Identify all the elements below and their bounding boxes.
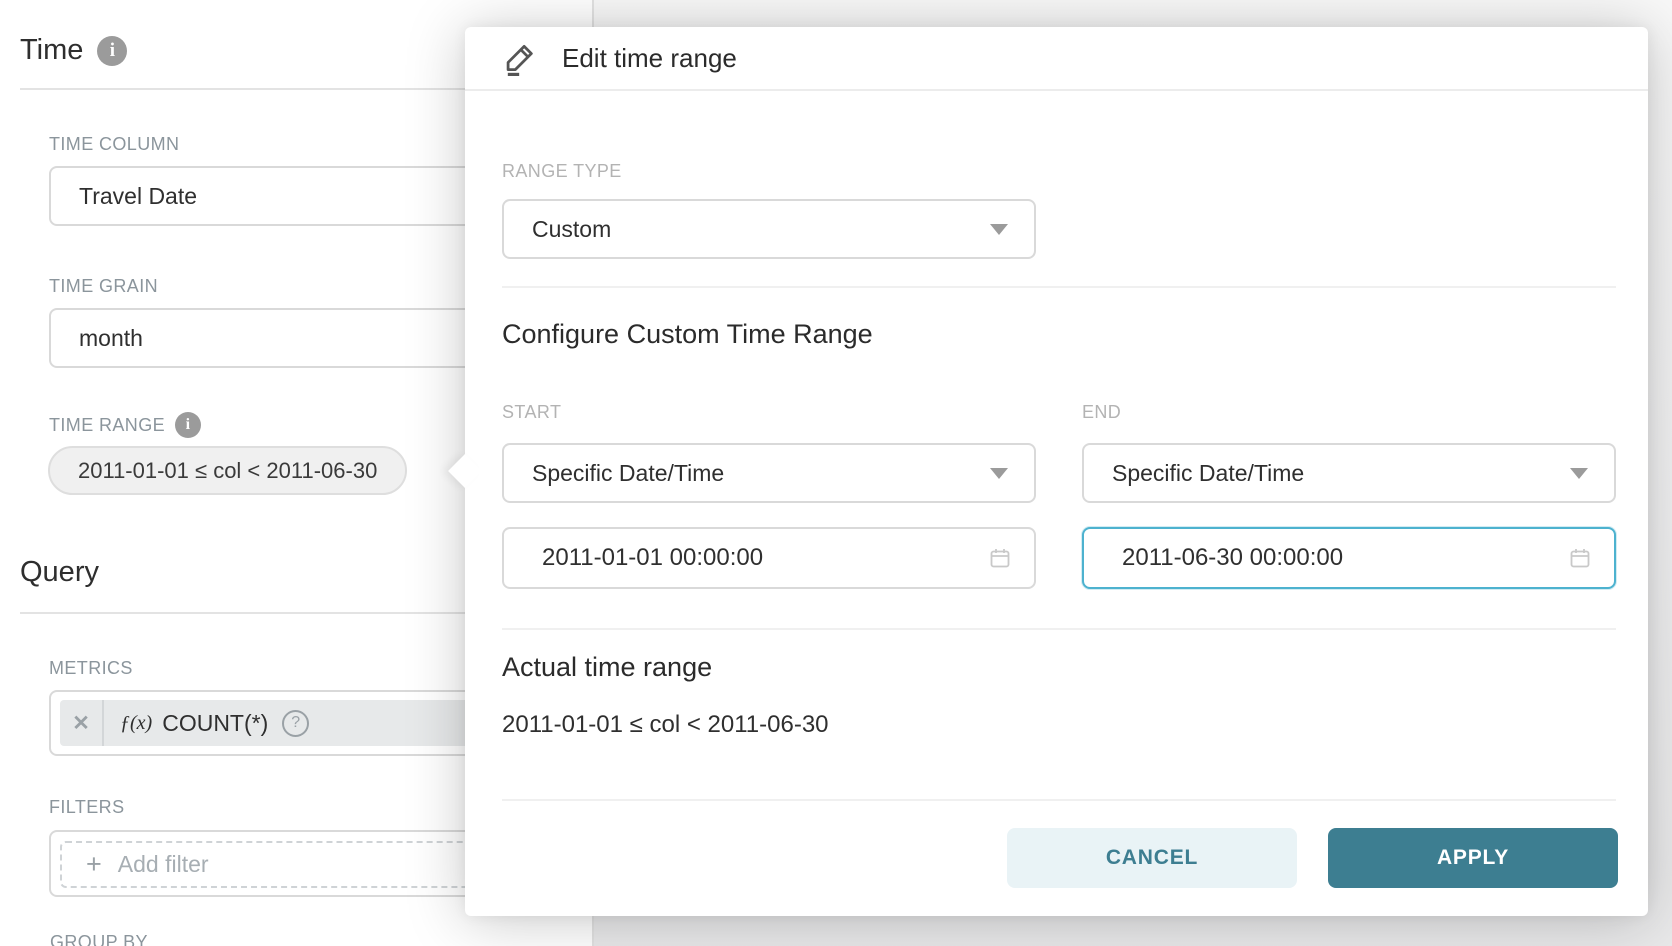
time-column-label: TIME COLUMN	[49, 134, 179, 155]
filters-label: FILTERS	[49, 797, 124, 818]
screen: Time i TIME COLUMN Travel Date TIME GRAI…	[0, 0, 1672, 946]
end-label: END	[1082, 402, 1121, 423]
configure-heading: Configure Custom Time Range	[502, 319, 873, 350]
chevron-down-icon	[990, 224, 1008, 235]
time-column-value: Travel Date	[79, 183, 197, 210]
help-icon[interactable]: ?	[282, 710, 309, 737]
end-mode-select[interactable]: Specific Date/Time	[1082, 443, 1616, 503]
remove-metric-icon[interactable]: ✕	[60, 700, 104, 746]
chevron-down-icon	[1570, 468, 1588, 479]
group-by-label: GROUP BY	[50, 932, 148, 946]
time-grain-label: TIME GRAIN	[49, 276, 158, 297]
range-type-value: Custom	[532, 216, 611, 243]
start-datetime-field	[502, 527, 1036, 589]
edit-pencil-icon	[502, 40, 538, 76]
time-range-label: TIME RANGE i	[49, 412, 201, 438]
time-range-pill-value: 2011-01-01 ≤ col < 2011-06-30	[78, 458, 377, 484]
metrics-label: METRICS	[49, 658, 133, 679]
plus-icon: +	[86, 849, 102, 880]
end-mode-value: Specific Date/Time	[1112, 460, 1304, 487]
popover-header: Edit time range	[465, 27, 1648, 91]
query-section-title: Query	[20, 556, 99, 589]
info-icon[interactable]: i	[97, 36, 127, 66]
time-section-title: Time	[20, 34, 83, 67]
start-label: START	[502, 402, 561, 423]
calendar-icon[interactable]	[1568, 546, 1614, 570]
end-datetime-input[interactable]	[1084, 529, 1568, 587]
start-datetime-input[interactable]	[504, 529, 988, 587]
chevron-down-icon	[990, 468, 1008, 479]
query-section-heading: Query	[20, 556, 99, 589]
range-type-label: RANGE TYPE	[502, 161, 622, 182]
start-mode-value: Specific Date/Time	[532, 460, 724, 487]
metric-name: COUNT(*)	[162, 710, 268, 737]
apply-button[interactable]: APPLY	[1328, 828, 1618, 888]
add-filter-label: Add filter	[118, 851, 209, 878]
popover-title: Edit time range	[562, 43, 737, 74]
edit-time-range-popover: Edit time range RANGE TYPE Custom Config…	[465, 27, 1648, 916]
footer-divider	[502, 799, 1616, 801]
divider	[502, 286, 1616, 288]
time-section-heading: Time i	[20, 34, 127, 67]
actual-time-range-value: 2011-01-01 ≤ col < 2011-06-30	[502, 711, 829, 739]
function-icon: ƒ(x)	[120, 712, 152, 735]
info-icon[interactable]: i	[175, 412, 201, 438]
cancel-button[interactable]: CANCEL	[1007, 828, 1297, 888]
time-range-pill[interactable]: 2011-01-01 ≤ col < 2011-06-30	[48, 446, 407, 495]
calendar-icon[interactable]	[988, 546, 1034, 570]
divider	[502, 628, 1616, 630]
time-grain-value: month	[79, 325, 143, 352]
end-datetime-field	[1082, 527, 1616, 589]
range-type-select[interactable]: Custom	[502, 199, 1036, 259]
start-mode-select[interactable]: Specific Date/Time	[502, 443, 1036, 503]
time-range-label-text: TIME RANGE	[49, 415, 165, 436]
actual-time-range-heading: Actual time range	[502, 652, 712, 683]
